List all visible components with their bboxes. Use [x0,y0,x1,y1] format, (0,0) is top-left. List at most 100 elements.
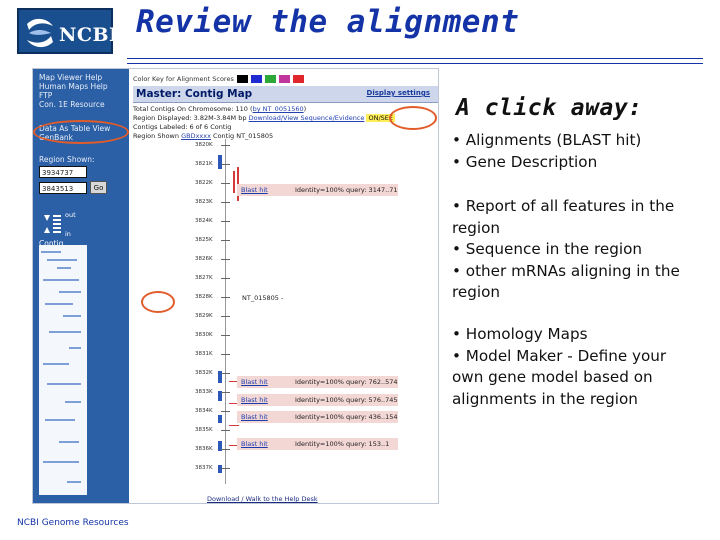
axis-tick-label: 3834K [195,408,213,414]
axis-tick [221,392,230,393]
sidebar-link[interactable]: FTP [39,91,52,100]
slide-title: Review the alignment [136,4,520,40]
axis-tick-label: 3825K [195,237,213,243]
axis-tick [221,145,230,146]
score-swatch-3 [265,75,277,83]
axis-tick [221,335,230,336]
contig-block[interactable] [218,415,222,423]
axis-tick [221,449,230,450]
zoom-in-label[interactable]: in [65,230,71,238]
title-rule [127,63,703,64]
axis-tick-label: 3822K [195,180,213,186]
color-key-label: Color Key for Alignment Scores [133,75,234,83]
hit-identity: Identity=100% query: 436..154 [295,413,398,421]
score-swatch-5 [293,75,305,83]
axis-tick-label: 3823K [195,199,213,205]
region-to-input[interactable]: 3843513 [39,182,87,194]
axis-tick-label: 3830K [195,332,213,338]
callout-line: • Model Maker - Define your [452,346,667,365]
callout-line: • Alignments (BLAST hit) [452,131,642,149]
zoom-out-label[interactable]: out [65,211,76,219]
callout-group-3: • Homology Maps • Model Maker - Define y… [452,324,714,410]
axis-tick-label: 3820K [195,142,213,148]
contig-block[interactable] [218,465,222,473]
axis-tick-label: 3827K [195,275,213,281]
contig-block[interactable] [218,155,222,169]
axis-tick-label: 3832K [195,370,213,376]
blast-hit-row: Blast hit Identity=100% query: 3147..713 [237,184,398,196]
logo-text: NCBI [59,24,119,46]
zoom-slider-icon [44,215,50,233]
callout-heading: A click away: [456,95,643,121]
zoom-control[interactable]: out in [39,211,83,241]
axis-tick-label: 3835K [195,427,213,433]
axis-tick-label: 3837K [195,465,213,471]
callout-line: • other mRNAs aligning in the [452,261,680,280]
display-settings-link[interactable]: Display settings [367,89,430,97]
callout-line: • Gene Description [452,152,598,171]
region-from-input[interactable]: 3934737 [39,166,87,178]
axis-tick-label: 3831K [195,351,213,357]
axis-tick [221,297,230,298]
info-line-columns: Region Shown GBDxxxx Contig NT_015805 [133,132,274,140]
help-desk-link[interactable]: Download / Walk to the Help Desk [207,495,318,503]
callout-line: region [452,218,501,237]
hit-identity: Identity=100% query: 3147..713 [295,186,398,194]
callout-line: own gene model based on [452,368,653,386]
blast-hit-link[interactable]: Blast hit [241,378,268,386]
axis-tick [221,316,230,317]
panel-title: Master: Contig Map [136,88,253,100]
axis-tick [221,468,230,469]
map-viewer-screenshot: Map Viewer Help Human Maps Help FTP Con.… [32,68,439,504]
region-shown-label: Region Shown: [39,155,95,164]
alignment-segment [233,171,235,193]
callout-line: • Sequence in the region [452,240,642,258]
hit-identity: Identity=100% query: 762..574 [295,378,398,386]
callout-group-2: • Report of all features in the region •… [452,196,714,304]
hit-identity: Identity=100% query: 576..745 [295,396,398,404]
contig-link[interactable]: by NT_0051560 [253,105,304,113]
contig-map-panel-header: Master: Contig Map Display settings [133,86,438,103]
info-line-labeled: Contigs Labeled: 6 of 6 Contig [133,123,232,131]
sidebar-link[interactable]: Map Viewer Help [39,73,102,82]
axis-tick [221,411,230,412]
blast-hit-row: Blast hit Identity=100% query: 153..1 [237,438,398,450]
score-swatch-1 [236,75,248,83]
axis-tick [221,354,230,355]
callout-line: • Homology Maps [452,325,588,343]
callout-group-1: • Alignments (BLAST hit) • Gene Descript… [452,130,714,173]
axis-tick-label: 3829K [195,313,213,319]
axis-tick [221,430,230,431]
blast-hit-link[interactable]: Blast hit [241,186,268,194]
score-color-key: Color Key for Alignment Scores [133,75,305,83]
axis-tick [221,221,230,222]
download-sequence-link[interactable]: Download/View Sequence/Evidence [249,114,365,122]
title-rule [127,58,703,59]
blast-hit-link[interactable]: Blast hit [241,396,268,404]
callout-line: region [452,283,501,301]
sidebar-link[interactable]: Human Maps Help [39,82,108,91]
highlight-oval-contig [141,291,175,313]
sidebar-link[interactable]: Con. 1E Resource [39,100,105,109]
map-axis [225,139,226,484]
axis-tick [221,373,230,374]
blast-hit-row: Blast hit Identity=100% query: 436..154 [237,411,398,423]
info-line-region: Region Displayed: 3.82M-3.84M bp Downloa… [133,114,395,122]
axis-tick [221,259,230,260]
callout-line: • Report of all features in the [452,197,675,215]
axis-tick [221,202,230,203]
axis-tick [221,240,230,241]
go-button[interactable]: Go [90,181,107,194]
highlight-oval-evidence [389,106,437,130]
axis-tick-label: 3821K [195,161,213,167]
axis-tick-label: 3833K [195,389,213,395]
contig-accession-label[interactable]: NT_015805 - [242,294,283,302]
callout-line: alignments in the region [452,389,638,408]
axis-tick-label: 3824K [195,218,213,224]
contig-thumbnail[interactable] [39,245,87,495]
blast-hit-link[interactable]: Blast hit [241,440,268,448]
map-viewer-main: Color Key for Alignment Scores Master: C… [129,69,438,503]
score-swatch-2 [251,75,263,83]
blast-hit-link[interactable]: Blast hit [241,413,268,421]
axis-tick [221,278,230,279]
